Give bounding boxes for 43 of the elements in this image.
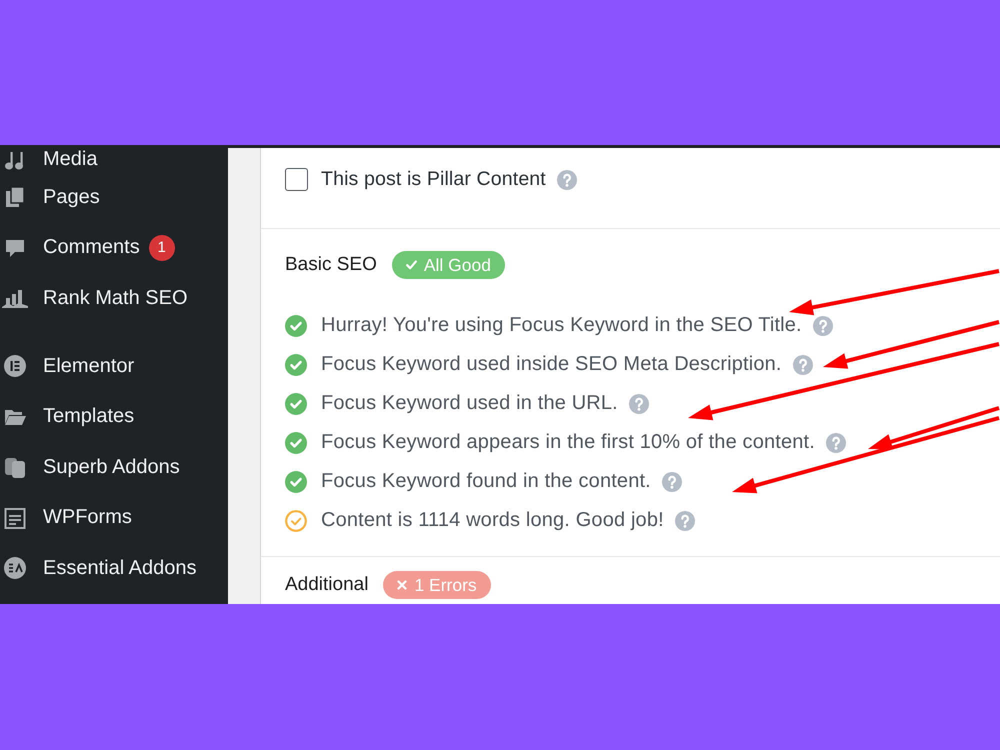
form-icon (4, 506, 26, 528)
badge-text: All Good (424, 254, 491, 276)
help-icon[interactable] (812, 316, 833, 336)
documents-icon (4, 186, 26, 208)
cards-icon (4, 456, 26, 478)
menu-item[interactable]: Pages (2, 186, 100, 208)
help-icon[interactable] (792, 354, 813, 374)
section-title[interactable]: Additional (285, 574, 368, 596)
count-badge: 1 (148, 234, 175, 260)
badge-text: 1 Errors (414, 574, 477, 596)
check-text: Focus Keyword appears in the first 10% of the content. (321, 431, 815, 454)
checkbox-label[interactable]: This post is Pillar Content (321, 168, 546, 191)
menu-item[interactable]: Superb Addons (2, 456, 180, 478)
logo-icon (4, 557, 26, 579)
section-title[interactable]: Basic SEO (285, 254, 377, 276)
menu-item[interactable]: Rank Math SEO (2, 286, 188, 310)
help-icon[interactable] (826, 432, 846, 452)
menu-item[interactable]: Media (2, 148, 98, 172)
check-text: Focus Keyword used inside SEO Meta Description. (321, 353, 782, 376)
check-icon (406, 260, 417, 270)
menu-item[interactable]: Elementor (2, 354, 134, 378)
menu-item[interactable]: Templates (2, 405, 134, 428)
cross-icon (397, 580, 408, 590)
check-circle-icon (285, 432, 307, 454)
check-circle-icon (285, 510, 307, 532)
chart-icon (2, 287, 28, 309)
help-icon[interactable] (628, 394, 649, 414)
menu-item[interactable]: Comments 1 (2, 234, 175, 260)
check-text: Hurray! You're using Focus Keyword in the SEO Title. (321, 314, 802, 337)
check-text: Content is 1114 words long. Good job! (321, 509, 664, 532)
pillar-checkbox[interactable] (285, 168, 308, 191)
menu-item[interactable]: WPForms (2, 506, 132, 529)
logo-icon (4, 355, 26, 377)
help-icon[interactable] (556, 170, 577, 190)
check-circle-icon (285, 314, 307, 336)
check-circle-icon (285, 354, 307, 376)
menu-item[interactable]: Essential Addons (2, 556, 196, 580)
help-icon[interactable] (662, 472, 682, 492)
check-text: Focus Keyword found in the content. (321, 470, 651, 493)
check-circle-icon (285, 392, 307, 414)
help-icon[interactable] (674, 510, 695, 530)
check-text: Focus Keyword used in the URL. (321, 392, 618, 415)
check-circle-icon (285, 470, 307, 492)
